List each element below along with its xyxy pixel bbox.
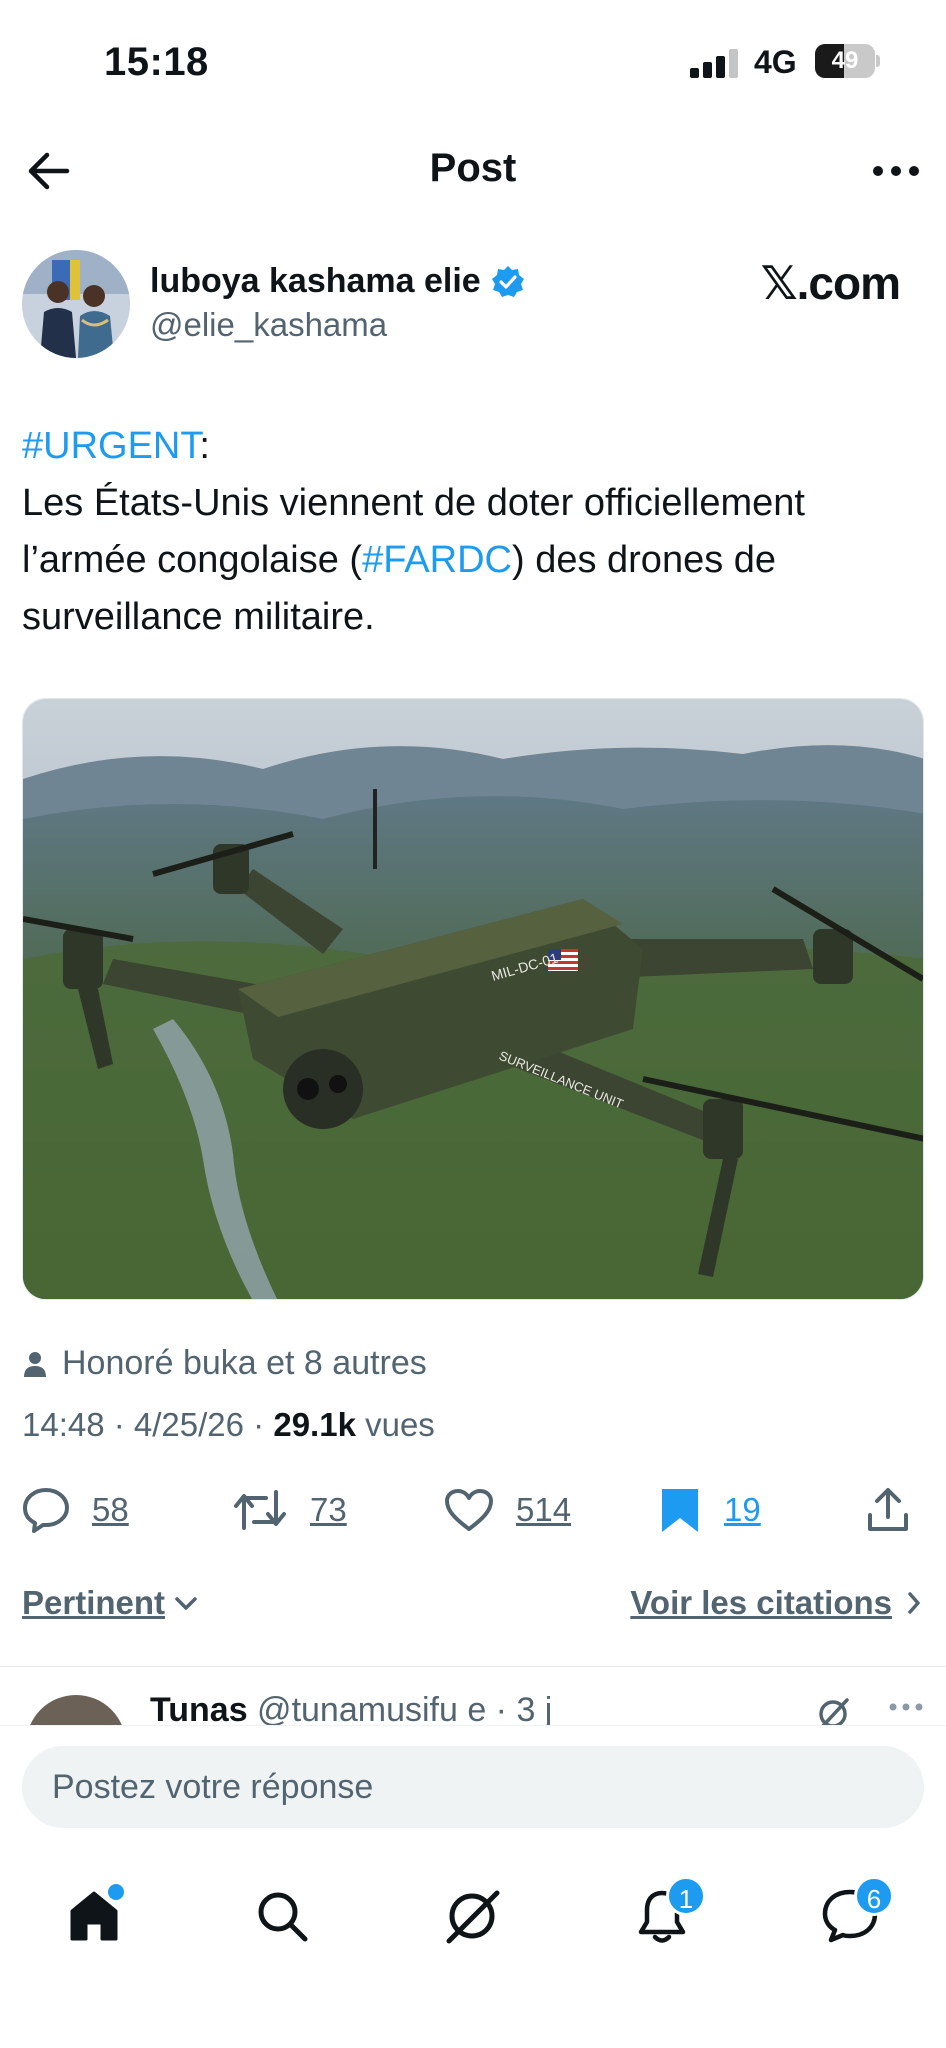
time-date: 14:48 · 4/25/26 · — [22, 1406, 274, 1443]
author-name-text: luboya kashama elie — [150, 262, 481, 300]
grok-icon — [819, 1698, 849, 1725]
views-count: 29.1k — [273, 1406, 356, 1443]
messages-badge: 6 — [854, 1876, 894, 1916]
views-label: vues — [355, 1406, 435, 1443]
tab-grok[interactable] — [422, 1866, 522, 1966]
view-quotes-link[interactable]: Voir les citations — [630, 1584, 922, 1622]
bookmark-icon — [662, 1489, 698, 1532]
hashtag-fardc[interactable]: #FARDC — [362, 539, 512, 581]
reply-input[interactable] — [22, 1746, 924, 1828]
repost-count: 73 — [310, 1491, 347, 1528]
sort-label: Pertinent — [22, 1584, 166, 1621]
line2-pre: l’armée congolaise ( — [22, 539, 363, 581]
grok-icon — [446, 1890, 500, 1944]
home-unread-dot — [108, 1884, 124, 1900]
person-icon — [24, 1351, 46, 1377]
verified-icon — [491, 265, 524, 297]
like-count: 514 — [516, 1491, 572, 1528]
chevron-down-icon — [175, 1597, 197, 1610]
reply-author: Tunas @tunamusifu e · 3 j — [150, 1691, 552, 1725]
search-icon — [258, 1892, 308, 1942]
reply-author-meta: @tunamusifu e · 3 j — [247, 1691, 553, 1725]
status-bar: 15:18 4G 49 — [0, 0, 946, 120]
tab-home[interactable] — [44, 1866, 144, 1966]
signal-icon — [690, 48, 740, 78]
repost-button[interactable]: 73 — [232, 1480, 347, 1540]
likers-row[interactable]: Honoré buka et 8 autres — [22, 1344, 427, 1383]
timestamp-row: 14:48 · 4/25/26 · 29.1k vues — [22, 1406, 435, 1444]
tab-notifications[interactable]: 1 — [612, 1866, 712, 1966]
author-row: luboya kashama elie @elie_kashama 𝕏.com — [22, 250, 922, 360]
tweet-image[interactable]: MIL-DC-01 SURVEILLANCE UNIT — [22, 698, 924, 1300]
reply-more-button[interactable] — [888, 1699, 924, 1717]
sort-dropdown[interactable]: Pertinent — [22, 1584, 199, 1622]
reply-icon — [23, 1488, 69, 1533]
bookmark-button[interactable]: 19 — [658, 1480, 761, 1540]
reply-count: 58 — [92, 1491, 129, 1528]
tab-search[interactable] — [232, 1866, 332, 1966]
author-name[interactable]: luboya kashama elie — [150, 262, 525, 301]
tweet-line-1: Les États-Unis viennent de doter officie… — [22, 482, 805, 524]
tweet-line-2: l’armée congolaise (#FARDC) des drones d… — [22, 532, 922, 589]
battery-tip — [876, 55, 880, 67]
bottom-panel: 1 6 — [0, 1725, 946, 2048]
colon: : — [199, 425, 210, 467]
view-quotes-label: Voir les citations — [630, 1584, 892, 1621]
notifications-badge: 1 — [666, 1876, 706, 1916]
tweet-text: #URGENT: Les États-Unis viennent de dote… — [22, 418, 922, 646]
tab-messages[interactable]: 6 — [800, 1866, 900, 1966]
more-icon — [873, 166, 919, 176]
reply-avatar[interactable] — [26, 1695, 126, 1725]
share-icon — [868, 1488, 908, 1531]
avatar[interactable] — [22, 250, 130, 358]
network-type: 4G — [754, 44, 797, 80]
reply-button[interactable]: 58 — [22, 1480, 129, 1540]
tab-bar: 1 6 — [0, 1866, 946, 1976]
replies-sort-row: Pertinent Voir les citations — [22, 1580, 922, 1640]
status-time: 15:18 — [104, 40, 209, 84]
repost-icon — [234, 1490, 286, 1530]
chevron-right-icon — [908, 1592, 920, 1614]
like-icon — [445, 1489, 493, 1531]
author-handle[interactable]: @elie_kashama — [150, 306, 387, 344]
reply-author-name: Tunas — [150, 1691, 248, 1725]
bookmark-count: 19 — [724, 1491, 761, 1528]
x-com-logo: 𝕏.com — [760, 257, 901, 309]
tweet-line-3: surveillance militaire. — [22, 596, 375, 638]
reply-item[interactable]: Tunas @tunamusifu e · 3 j — [0, 1667, 946, 1725]
hashtag-urgent[interactable]: #URGENT — [22, 425, 199, 467]
post-header: Post — [0, 120, 946, 220]
action-bar: 58 73 514 19 — [0, 1480, 946, 1550]
battery-icon: 49 — [815, 44, 875, 78]
reply-composer — [22, 1746, 924, 1828]
page-title: Post — [429, 146, 517, 190]
tweet-line-0: #URGENT: — [22, 418, 922, 475]
likers-text: Honoré buka et 8 autres — [62, 1344, 427, 1382]
line2-post: ) des drones de — [511, 539, 777, 581]
battery-level: 49 — [831, 47, 859, 74]
share-button[interactable] — [866, 1480, 910, 1540]
reply-grok-button[interactable] — [816, 1697, 850, 1725]
more-options-button[interactable] — [866, 146, 926, 196]
like-button[interactable]: 514 — [444, 1480, 571, 1540]
more-icon — [889, 1703, 923, 1711]
